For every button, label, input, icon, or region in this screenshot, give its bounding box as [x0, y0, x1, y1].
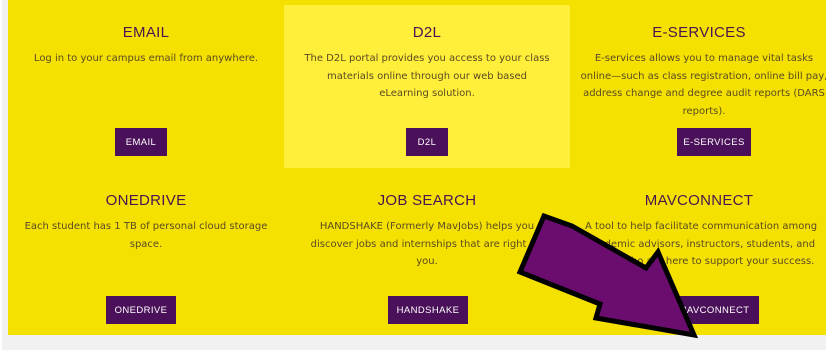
- tile-e-services: E-SERVICES E-services allows you to mana…: [570, 0, 826, 168]
- tile-onedrive: ONEDRIVE Each student has 1 TB of person…: [8, 168, 284, 335]
- tile-description: The D2L portal provides you access to yo…: [304, 53, 550, 99]
- tile-description: Each student has 1 TB of personal cloud …: [24, 221, 268, 250]
- tile-title: D2L: [412, 24, 442, 41]
- tile-mavconnect: MAVCONNECT A tool to help facilitate com…: [570, 168, 826, 335]
- email-button[interactable]: EMAIL: [115, 128, 167, 156]
- tile-description: Log in to your campus email from anywher…: [33, 53, 259, 64]
- onedrive-button[interactable]: ONEDRIVE: [106, 296, 176, 324]
- tile-description: A tool to help facilitate communication …: [584, 221, 818, 267]
- tile-title: JOB SEARCH: [377, 192, 477, 209]
- mavconnect-button[interactable]: MAVCONNECT: [669, 296, 759, 324]
- tile-job-search: JOB SEARCH HANDSHAKE (Formerly MavJobs) …: [284, 168, 570, 335]
- tile-title: EMAIL: [122, 24, 170, 41]
- tile-email: EMAIL Log in to your campus email from a…: [8, 0, 284, 168]
- d2l-button[interactable]: D2L: [406, 128, 448, 156]
- tile-title: E-SERVICES: [652, 24, 746, 41]
- tile-title: ONEDRIVE: [105, 192, 187, 209]
- page-frame: EMAIL Log in to your campus email from a…: [0, 0, 826, 350]
- tile-description: E-services allows you to manage vital ta…: [580, 53, 826, 117]
- tile-d2l: D2L The D2L portal provides you access t…: [284, 5, 570, 168]
- tile-title: MAVCONNECT: [644, 192, 754, 209]
- e-services-button[interactable]: E-SERVICES: [677, 128, 751, 156]
- handshake-button[interactable]: HANDSHAKE: [388, 296, 468, 324]
- quick-links-grid: EMAIL Log in to your campus email from a…: [8, 0, 826, 335]
- tile-description: HANDSHAKE (Formerly MavJobs) helps you d…: [310, 221, 544, 267]
